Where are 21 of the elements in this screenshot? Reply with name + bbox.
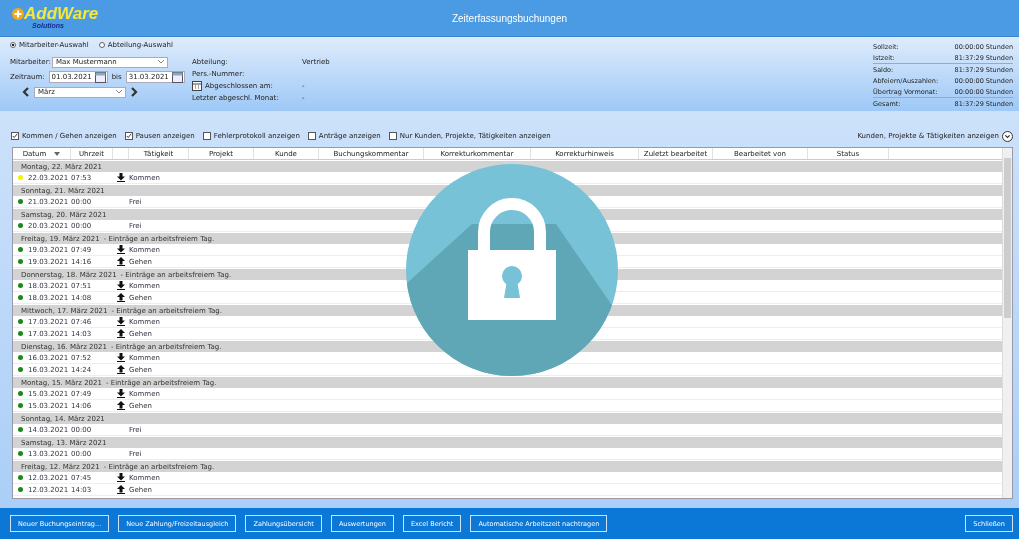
scrollbar[interactable] bbox=[1002, 148, 1012, 498]
calendar-icon[interactable] bbox=[94, 71, 106, 83]
plus-circle-icon bbox=[12, 7, 24, 20]
window-title: Zeiterfassungsbuchungen bbox=[451, 12, 568, 24]
calendar-icon[interactable] bbox=[171, 71, 183, 83]
radio-icon[interactable] bbox=[98, 42, 105, 48]
checkbox[interactable] bbox=[388, 132, 397, 140]
radio-icon[interactable] bbox=[10, 42, 16, 48]
previous-icon[interactable] bbox=[22, 87, 30, 97]
checkbox[interactable] bbox=[124, 132, 133, 140]
caret-icon[interactable] bbox=[158, 60, 164, 64]
checkbox[interactable] bbox=[11, 132, 19, 140]
lock-overlay-icon bbox=[406, 164, 618, 376]
sort-icon[interactable] bbox=[54, 151, 61, 156]
chevron-circle-icon[interactable] bbox=[1002, 130, 1013, 142]
logo-text: AddWare bbox=[24, 5, 99, 22]
calendar-icon[interactable] bbox=[192, 80, 202, 91]
checkbox[interactable] bbox=[202, 132, 211, 140]
checkbox[interactable] bbox=[307, 132, 316, 140]
caret-icon[interactable] bbox=[116, 90, 122, 94]
next-icon[interactable] bbox=[130, 87, 138, 97]
